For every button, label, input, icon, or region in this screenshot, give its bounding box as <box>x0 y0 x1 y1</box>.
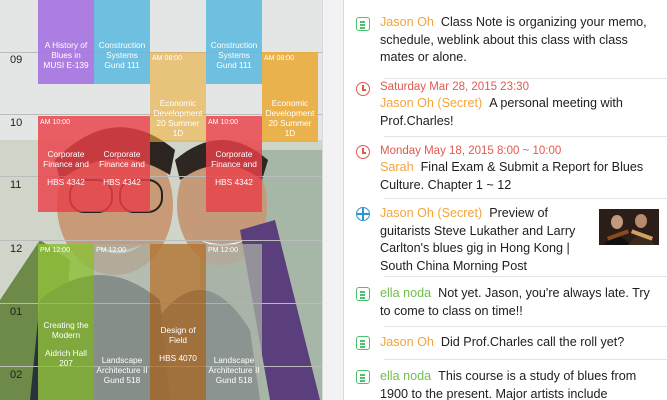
class-block-landscape-2[interactable]: PM 12:00 Landscape Architecture II Gund … <box>206 244 262 400</box>
class-block-corporate-3[interactable]: AM 10:00 Corporate Finance and HBS 4342 <box>206 116 262 212</box>
note-icon <box>356 336 370 350</box>
author-name[interactable]: Jason Oh (Secret) <box>380 206 482 220</box>
class-room: HBS 4070 <box>159 353 197 363</box>
hour-label-02: 02 <box>10 369 23 381</box>
class-block-corporate-1[interactable]: AM 10:00 Corporate Finance and HBS 4342 <box>38 116 94 212</box>
globe-icon <box>356 207 370 221</box>
timetable-panel[interactable]: 09 10 11 12 01 02 A History of Blues in … <box>0 0 322 400</box>
feed-item[interactable]: Jason Oh Class Note is organizing your m… <box>344 0 667 79</box>
class-title-cont: Modern <box>51 330 81 340</box>
hour-label-12: 12 <box>10 243 23 255</box>
class-title-cont: Development <box>265 108 315 118</box>
class-title-cont: Development <box>153 108 203 118</box>
class-block-creating-modern[interactable]: PM 12:00 Creating the Modern Aidrich Hal… <box>38 244 94 400</box>
class-room-cont: 1D <box>172 128 184 138</box>
class-title: Landscape <box>101 355 143 365</box>
class-room: Aidrich Hall <box>45 348 87 358</box>
class-room: 20 Summer <box>268 118 312 128</box>
class-block-construction-2[interactable]: Construction Systems Gund 111 <box>206 0 262 84</box>
author-name[interactable]: Sarah <box>380 160 414 174</box>
class-title: Construction <box>98 40 146 50</box>
class-time: AM 08:00 <box>152 55 182 62</box>
author-name[interactable]: Jason Oh <box>380 15 434 29</box>
class-block-corporate-2[interactable]: Corporate Finance and HBS 4342 <box>94 116 150 212</box>
class-title-cont: Systems <box>218 50 250 60</box>
feed-text: Final Exam & Submit a Report for Blues C… <box>380 160 644 192</box>
feed-item[interactable]: Monday May 18, 2015 8:00 ~ 10:00 Sarah F… <box>344 137 667 199</box>
clock-icon <box>356 82 370 96</box>
hour-label-11: 11 <box>10 179 22 191</box>
class-block-design-of-field[interactable]: Design of Field HBS 4070 <box>150 244 206 400</box>
class-title: Corporate <box>103 149 141 159</box>
author-name[interactable]: Jason Oh (Secret) <box>380 96 482 110</box>
class-title-cont: Systems <box>106 50 138 60</box>
class-block-landscape-1[interactable]: PM 12:00 Landscape Architecture II Gund … <box>94 244 150 400</box>
class-title-cont: Architecture II <box>208 365 260 375</box>
note-icon <box>356 370 370 384</box>
feed-item[interactable]: Saturday Mar 28, 2015 23:30 Jason Oh (Se… <box>344 79 667 137</box>
class-block-construction-1[interactable]: Construction Systems Gund 111 <box>94 0 150 84</box>
class-code: MUSI E-139 <box>43 60 89 70</box>
class-title-cont: Field <box>169 335 187 345</box>
class-title: Design of <box>160 325 196 335</box>
event-datetime: Saturday Mar 28, 2015 23:30 <box>380 81 529 93</box>
author-name[interactable]: ella noda <box>380 286 431 300</box>
class-title-cont: Blues in <box>51 50 81 60</box>
note-icon <box>356 287 370 301</box>
class-room: HBS 4342 <box>47 177 85 187</box>
class-room-cont: 1D <box>284 128 296 138</box>
class-block-blues-history[interactable]: A History of Blues in MUSI E-139 <box>38 0 94 84</box>
class-time: PM 12:00 <box>96 247 126 254</box>
event-datetime: Monday May 18, 2015 8:00 ~ 10:00 <box>380 145 562 157</box>
note-icon <box>356 17 370 31</box>
class-block-economic-2[interactable]: AM 08:00 Economic Development 20 Summer … <box>262 52 318 142</box>
class-time: PM 12:00 <box>208 247 238 254</box>
hour-label-01: 01 <box>10 306 23 318</box>
class-room: HBS 4342 <box>215 177 253 187</box>
class-title: Economic <box>159 98 197 108</box>
class-room-cont: 207 <box>59 358 73 368</box>
feed-text: Did Prof.Charles call the roll yet? <box>440 335 625 349</box>
class-title: Construction <box>210 40 258 50</box>
feed-item[interactable]: ella noda This course is a study of blue… <box>344 360 667 400</box>
class-time: PM 12:00 <box>40 247 70 254</box>
class-title: Landscape <box>213 355 255 365</box>
class-room: Gund 518 <box>103 375 141 385</box>
class-title: Creating the <box>43 320 89 330</box>
hour-label-10: 10 <box>10 117 23 129</box>
author-name[interactable]: ella noda <box>380 369 431 383</box>
feed-item[interactable]: Jason Oh Did Prof.Charles call the roll … <box>344 327 667 360</box>
hour-label-09: 09 <box>10 54 23 66</box>
class-room: 20 Summer <box>156 118 200 128</box>
panel-divider <box>322 0 344 400</box>
class-time: AM 10:00 <box>208 119 238 126</box>
class-time: AM 08:00 <box>264 55 294 62</box>
class-title-cont: Finance and <box>99 159 145 169</box>
class-title: Corporate <box>215 149 253 159</box>
clock-icon <box>356 145 370 159</box>
class-room: HBS 4342 <box>103 177 141 187</box>
class-title-cont: Finance and <box>211 159 257 169</box>
class-feed[interactable]: Jason Oh Class Note is organizing your m… <box>344 0 667 400</box>
class-time: AM 10:00 <box>40 119 70 126</box>
class-room: Gund 111 <box>216 60 252 70</box>
class-title: Corporate <box>47 149 85 159</box>
feed-item[interactable]: ella noda Not yet. Jason, you're always … <box>344 277 667 327</box>
author-name[interactable]: Jason Oh <box>380 335 434 349</box>
class-title: Economic <box>271 98 309 108</box>
class-title-cont: Finance and <box>43 159 89 169</box>
class-title-cont: Architecture II <box>96 365 148 375</box>
class-block-economic-1[interactable]: AM 08:00 Economic Development 20 Summer … <box>150 52 206 142</box>
class-title: A History of <box>44 40 88 50</box>
class-room: Gund 518 <box>215 375 253 385</box>
class-room: Gund 111 <box>104 60 140 70</box>
link-thumbnail[interactable] <box>599 209 659 245</box>
